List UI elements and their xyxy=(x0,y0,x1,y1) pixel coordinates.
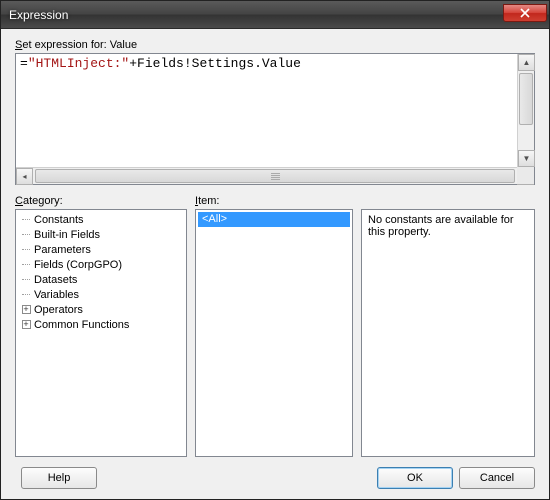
tree-item-label: Parameters xyxy=(34,244,91,256)
expression-dialog: Expression Set expression for: Value ="H… xyxy=(0,0,550,500)
expression-editor[interactable]: ="HTMLInject:"+Fields!Settings.Value ▲ ▼… xyxy=(15,53,535,185)
horizontal-scroll-thumb[interactable] xyxy=(35,169,515,183)
scroll-left-button[interactable]: ◂ xyxy=(16,168,33,185)
scroll-up-button[interactable]: ▲ xyxy=(518,54,535,71)
plus-icon: + xyxy=(22,305,31,314)
titlebar[interactable]: Expression xyxy=(1,1,549,29)
expand-toggle[interactable]: + xyxy=(20,304,32,316)
scroll-grip-icon xyxy=(271,173,280,180)
set-expression-label: Set expression for: Value xyxy=(15,39,535,51)
tree-item-label: Operators xyxy=(34,304,83,316)
vertical-scroll-thumb[interactable] xyxy=(519,73,533,125)
ok-button[interactable]: OK xyxy=(377,467,453,489)
vertical-scrollbar[interactable]: ▲ ▼ xyxy=(517,54,534,167)
category-tree[interactable]: Constants Built-in Fields Parameters Fie… xyxy=(15,209,187,457)
close-icon xyxy=(520,8,530,18)
tree-item-builtin-fields[interactable]: Built-in Fields xyxy=(18,227,184,242)
description-spacer xyxy=(361,195,535,207)
token-plus: + xyxy=(129,56,137,71)
category-panel: Category: Constants Built-in Fields Para… xyxy=(15,195,187,457)
tree-item-label: Fields (CorpGPO) xyxy=(34,259,122,271)
item-list[interactable]: <All> xyxy=(195,209,353,457)
expression-text[interactable]: ="HTMLInject:"+Fields!Settings.Value xyxy=(16,54,534,184)
button-bar: Help OK Cancel xyxy=(15,467,535,489)
horizontal-scroll-track[interactable] xyxy=(33,168,517,184)
item-panel: Item: <All> xyxy=(195,195,353,457)
chevron-left-icon: ◂ xyxy=(22,173,26,181)
tree-item-label: Common Functions xyxy=(34,319,129,331)
tree-connector-icon xyxy=(20,214,32,226)
plus-icon: + xyxy=(22,320,31,329)
close-button[interactable] xyxy=(503,4,547,22)
dialog-body: Set expression for: Value ="HTMLInject:"… xyxy=(1,29,549,499)
description-box: No constants are available for this prop… xyxy=(361,209,535,457)
tree-item-operators[interactable]: + Operators xyxy=(18,302,184,317)
tree-item-datasets[interactable]: Datasets xyxy=(18,272,184,287)
item-label: Item: xyxy=(195,195,353,207)
description-panel: No constants are available for this prop… xyxy=(361,195,535,457)
scroll-down-button[interactable]: ▼ xyxy=(518,150,535,167)
expand-toggle[interactable]: + xyxy=(20,319,32,331)
tree-connector-icon xyxy=(20,229,32,241)
token-equals: = xyxy=(20,56,28,71)
tree-item-label: Constants xyxy=(34,214,84,226)
help-button[interactable]: Help xyxy=(21,467,97,489)
tree-item-label: Datasets xyxy=(34,274,77,286)
tree-item-fields[interactable]: Fields (CorpGPO) xyxy=(18,257,184,272)
tree-item-variables[interactable]: Variables xyxy=(18,287,184,302)
cancel-button[interactable]: Cancel xyxy=(459,467,535,489)
tree-item-common-functions[interactable]: + Common Functions xyxy=(18,317,184,332)
tree-item-parameters[interactable]: Parameters xyxy=(18,242,184,257)
list-item-all[interactable]: <All> xyxy=(198,212,350,227)
category-label: Category: xyxy=(15,195,187,207)
tree-item-label: Variables xyxy=(34,289,79,301)
description-text: No constants are available for this prop… xyxy=(364,212,532,240)
scrollbar-corner xyxy=(517,167,534,184)
tree-connector-icon xyxy=(20,259,32,271)
horizontal-scrollbar[interactable]: ◂ ▸ xyxy=(16,167,534,184)
tree-connector-icon xyxy=(20,289,32,301)
window-title: Expression xyxy=(9,8,503,22)
chevron-down-icon: ▼ xyxy=(523,155,531,163)
tree-connector-icon xyxy=(20,244,32,256)
chevron-up-icon: ▲ xyxy=(523,59,531,67)
tree-connector-icon xyxy=(20,274,32,286)
token-identifier: Fields!Settings.Value xyxy=(137,56,301,71)
token-string: "HTMLInject:" xyxy=(28,56,129,71)
vertical-scroll-track[interactable] xyxy=(518,71,534,150)
tree-item-constants[interactable]: Constants xyxy=(18,212,184,227)
panels: Category: Constants Built-in Fields Para… xyxy=(15,195,535,457)
tree-item-label: Built-in Fields xyxy=(34,229,100,241)
